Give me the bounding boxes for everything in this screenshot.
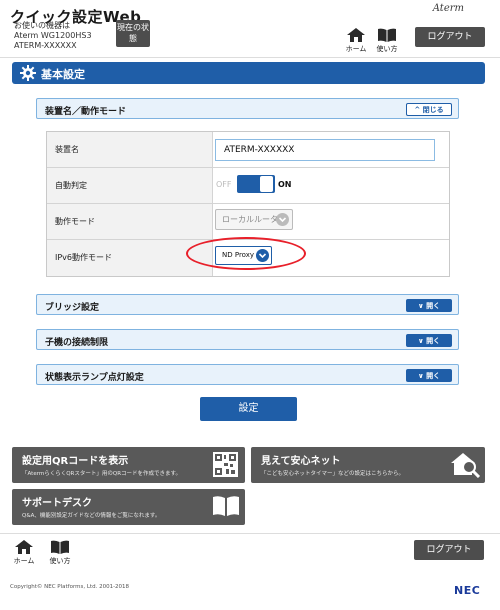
- safe-net-card[interactable]: 見えて安心ネット 「こども安心ネットタイマー」などの設定はこちらから。: [251, 447, 485, 483]
- device-name-label: 装置名: [47, 132, 213, 167]
- operation-mode-label: 動作モード: [47, 204, 213, 239]
- book-icon: [51, 540, 69, 554]
- operation-mode-select[interactable]: ローカルルータ: [215, 209, 293, 230]
- help-link[interactable]: 使い方: [374, 28, 400, 54]
- expand-button-label: 開く: [426, 337, 441, 345]
- auto-detect-label: 自動判定: [47, 168, 213, 203]
- highlight-annotation: [186, 237, 306, 270]
- gear-icon: [20, 65, 36, 81]
- toggle-knob: [260, 176, 273, 192]
- home-label: ホーム: [345, 45, 367, 53]
- chevron-down-icon: ∨: [417, 372, 424, 380]
- device-model: Aterm WG1200HS3: [14, 31, 92, 40]
- expand-button[interactable]: ∨ 開く: [406, 334, 452, 347]
- copyright-text: Copyright© NEC Platforms, Ltd. 2001-2018: [10, 584, 130, 590]
- toggle-on-label: ON: [278, 180, 292, 189]
- support-card-desc: Q&A、機能別設定ガイドなどの情報をご覧になれます。: [22, 513, 161, 519]
- footer-help-label: 使い方: [49, 557, 71, 565]
- qr-code-icon: [213, 452, 238, 477]
- chevron-up-icon: ^: [414, 106, 421, 114]
- support-desk-card[interactable]: サポートデスク Q&A、機能別設定ガイドなどの情報をご覧になれます。: [12, 489, 245, 525]
- section-title: 基本設定: [41, 68, 85, 81]
- apply-button[interactable]: 設定: [200, 397, 297, 421]
- current-status-button[interactable]: 現在の状態: [116, 20, 150, 47]
- operation-mode-value: ローカルルータ: [222, 215, 278, 224]
- expand-button[interactable]: ∨ 開く: [406, 369, 452, 382]
- footer-home-label: ホーム: [13, 557, 35, 565]
- device-name-input[interactable]: ATERM-XXXXXX: [215, 139, 435, 161]
- help-label: 使い方: [376, 45, 398, 53]
- panel-client-limit-title: 子機の接続制限: [45, 338, 109, 348]
- logout-button[interactable]: ログアウト: [415, 27, 485, 47]
- footer-logout-button[interactable]: ログアウト: [414, 540, 484, 560]
- qr-card-desc: 「AtermらくらくQRスタート」用のQRコードを作成できます。: [22, 471, 181, 477]
- collapse-button-label: 閉じる: [422, 106, 444, 114]
- device-caption: お使いの機器は: [14, 21, 70, 30]
- expand-button-label: 開く: [426, 372, 441, 380]
- header: クイック設定Web お使いの機器は Aterm WG1200HS3 ATERM-…: [0, 0, 500, 58]
- collapse-button[interactable]: ^ 閉じる: [406, 103, 452, 116]
- panel-client-limit-header[interactable]: 子機の接続制限 ∨ 開く: [36, 329, 459, 350]
- support-card-title: サポートデスク: [22, 498, 92, 509]
- footer-home-link[interactable]: ホーム: [11, 540, 37, 566]
- expand-button[interactable]: ∨ 開く: [406, 299, 452, 312]
- footer-help-link[interactable]: 使い方: [47, 540, 73, 566]
- panel-bridge-header[interactable]: ブリッジ設定 ∨ 開く: [36, 294, 459, 315]
- chevron-down-icon: ∨: [417, 302, 424, 310]
- home-link[interactable]: ホーム: [343, 28, 369, 54]
- safe-net-card-desc: 「こども安心ネットタイマー」などの設定はこちらから。: [261, 471, 405, 477]
- toggle-off-label: OFF: [216, 180, 232, 189]
- panel-bridge-title: ブリッジ設定: [45, 303, 100, 313]
- qr-card-title: 設定用QRコードを表示: [22, 456, 129, 467]
- safe-net-card-title: 見えて安心ネット: [261, 456, 341, 467]
- panel-device-mode-title: 装置名／動作モード: [45, 107, 127, 117]
- brand-logo: Aterm: [432, 3, 464, 14]
- book-icon: [378, 28, 396, 42]
- device-name-display: ATERM-XXXXXX: [14, 41, 77, 50]
- panel-device-mode-header: 装置名／動作モード ^ 閉じる: [36, 98, 459, 119]
- section-title-bar: 基本設定: [12, 62, 485, 84]
- chevron-down-icon: ∨: [417, 337, 424, 345]
- panel-status-lamp-header[interactable]: 状態表示ランプ点灯設定 ∨ 開く: [36, 364, 459, 385]
- home-icon: [15, 540, 33, 554]
- qr-code-card[interactable]: 設定用QRコードを表示 「AtermらくらくQRスタート」用のQRコードを作成で…: [12, 447, 245, 483]
- home-icon: [347, 28, 365, 42]
- expand-button-label: 開く: [426, 302, 441, 310]
- house-search-icon: [451, 453, 481, 478]
- nec-logo: NEC: [454, 584, 481, 597]
- panel-status-lamp-title: 状態表示ランプ点灯設定: [45, 373, 144, 383]
- chevron-down-icon: [276, 213, 289, 226]
- book-icon: [213, 496, 239, 516]
